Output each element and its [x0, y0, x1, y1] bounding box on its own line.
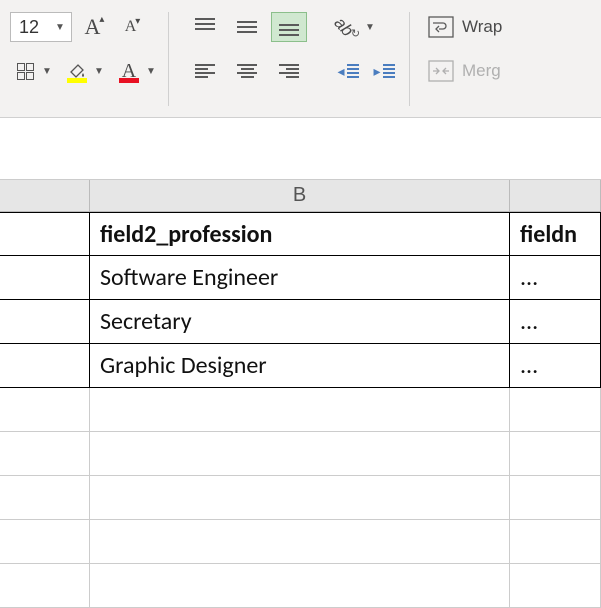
cell[interactable]: Secretary: [90, 300, 510, 344]
decrease-font-button[interactable]: A▾: [118, 12, 148, 42]
chevron-down-icon[interactable]: ▼: [40, 66, 54, 77]
table-row: Secretary ...: [0, 300, 601, 344]
cell[interactable]: [510, 564, 601, 608]
cell[interactable]: [0, 300, 90, 344]
column-headers: B: [0, 180, 601, 212]
cell[interactable]: [90, 564, 510, 608]
cell[interactable]: [0, 212, 90, 256]
cell[interactable]: [90, 520, 510, 564]
table-row: [0, 388, 601, 432]
increase-indent-icon: ▸: [373, 63, 394, 80]
cell[interactable]: [0, 520, 90, 564]
spreadsheet-grid: field2_profession fieldn Software Engine…: [0, 212, 601, 608]
cell[interactable]: ...: [510, 344, 601, 388]
table-row: Graphic Designer ...: [0, 344, 601, 388]
letter-a-icon: A: [85, 14, 101, 40]
ribbon: 12 ▼ A▴ A▾ ▼: [0, 0, 601, 118]
align-middle-icon: [237, 18, 257, 36]
borders-icon: [17, 63, 34, 80]
align-bottom-icon: [279, 18, 299, 36]
align-bottom-button[interactable]: [271, 12, 307, 42]
align-center-icon: [237, 64, 257, 78]
cell[interactable]: [0, 256, 90, 300]
cell[interactable]: [0, 388, 90, 432]
orientation-button[interactable]: ab ↻ ▼: [333, 12, 377, 42]
font-color-button[interactable]: A ▼: [114, 56, 158, 86]
increase-indent-button[interactable]: ▸: [369, 56, 399, 86]
table-row: [0, 520, 601, 564]
align-center-button[interactable]: [229, 56, 265, 86]
font-group: 12 ▼ A▴ A▾ ▼: [0, 12, 169, 106]
merge-cells-icon: [428, 60, 454, 82]
cell[interactable]: [90, 432, 510, 476]
decrease-indent-icon: ◂: [337, 63, 358, 80]
column-header-c[interactable]: [510, 180, 601, 211]
chevron-down-icon[interactable]: ▼: [363, 22, 377, 33]
formula-bar-area: [0, 118, 601, 180]
cell[interactable]: [510, 388, 601, 432]
wrap-merge-group: Wrap Merg: [410, 12, 512, 106]
align-top-button[interactable]: [187, 12, 223, 42]
chevron-down-icon[interactable]: ▼: [41, 22, 71, 33]
table-row: [0, 476, 601, 520]
decrease-indent-button[interactable]: ◂: [333, 56, 363, 86]
alignment-group: ab ↻ ▼ ◂: [169, 12, 410, 106]
increase-font-button[interactable]: A▴: [80, 12, 110, 42]
cell[interactable]: [0, 564, 90, 608]
table-row: [0, 432, 601, 476]
cell[interactable]: [510, 520, 601, 564]
chevron-down-icon[interactable]: ▼: [144, 66, 158, 77]
cell[interactable]: [90, 476, 510, 520]
align-right-icon: [279, 64, 299, 78]
font-size-select[interactable]: 12 ▼: [10, 12, 72, 42]
cell[interactable]: field2_profession: [90, 212, 510, 256]
cell[interactable]: [0, 344, 90, 388]
chevron-down-icon[interactable]: ▼: [92, 66, 106, 77]
borders-button[interactable]: ▼: [10, 56, 54, 86]
table-row: Software Engineer ...: [0, 256, 601, 300]
align-left-button[interactable]: [187, 56, 223, 86]
wrap-text-button[interactable]: Wrap: [428, 12, 502, 42]
caret-up-icon: ▴: [99, 14, 104, 25]
cell[interactable]: Software Engineer: [90, 256, 510, 300]
font-size-value: 12: [11, 17, 41, 38]
cell[interactable]: [510, 432, 601, 476]
cell[interactable]: fieldn: [510, 212, 601, 256]
cell[interactable]: Graphic Designer: [90, 344, 510, 388]
align-right-button[interactable]: [271, 56, 307, 86]
merge-cells-button[interactable]: Merg: [428, 56, 502, 86]
cell[interactable]: [0, 476, 90, 520]
cell[interactable]: [0, 432, 90, 476]
merge-cells-label: Merg: [462, 61, 501, 81]
align-middle-button[interactable]: [229, 12, 265, 42]
wrap-text-icon: [428, 16, 454, 38]
wrap-text-label: Wrap: [462, 17, 502, 37]
align-top-icon: [195, 18, 215, 36]
column-header-b[interactable]: B: [90, 180, 510, 211]
table-header-row: field2_profession fieldn: [0, 212, 601, 256]
cell[interactable]: ...: [510, 256, 601, 300]
cell[interactable]: [510, 476, 601, 520]
cell[interactable]: [90, 388, 510, 432]
fill-color-button[interactable]: ▼: [62, 56, 106, 86]
table-row: [0, 564, 601, 608]
cell[interactable]: ...: [510, 300, 601, 344]
caret-down-icon: ▾: [135, 16, 140, 27]
column-header-a[interactable]: [0, 180, 90, 211]
align-left-icon: [195, 64, 215, 78]
